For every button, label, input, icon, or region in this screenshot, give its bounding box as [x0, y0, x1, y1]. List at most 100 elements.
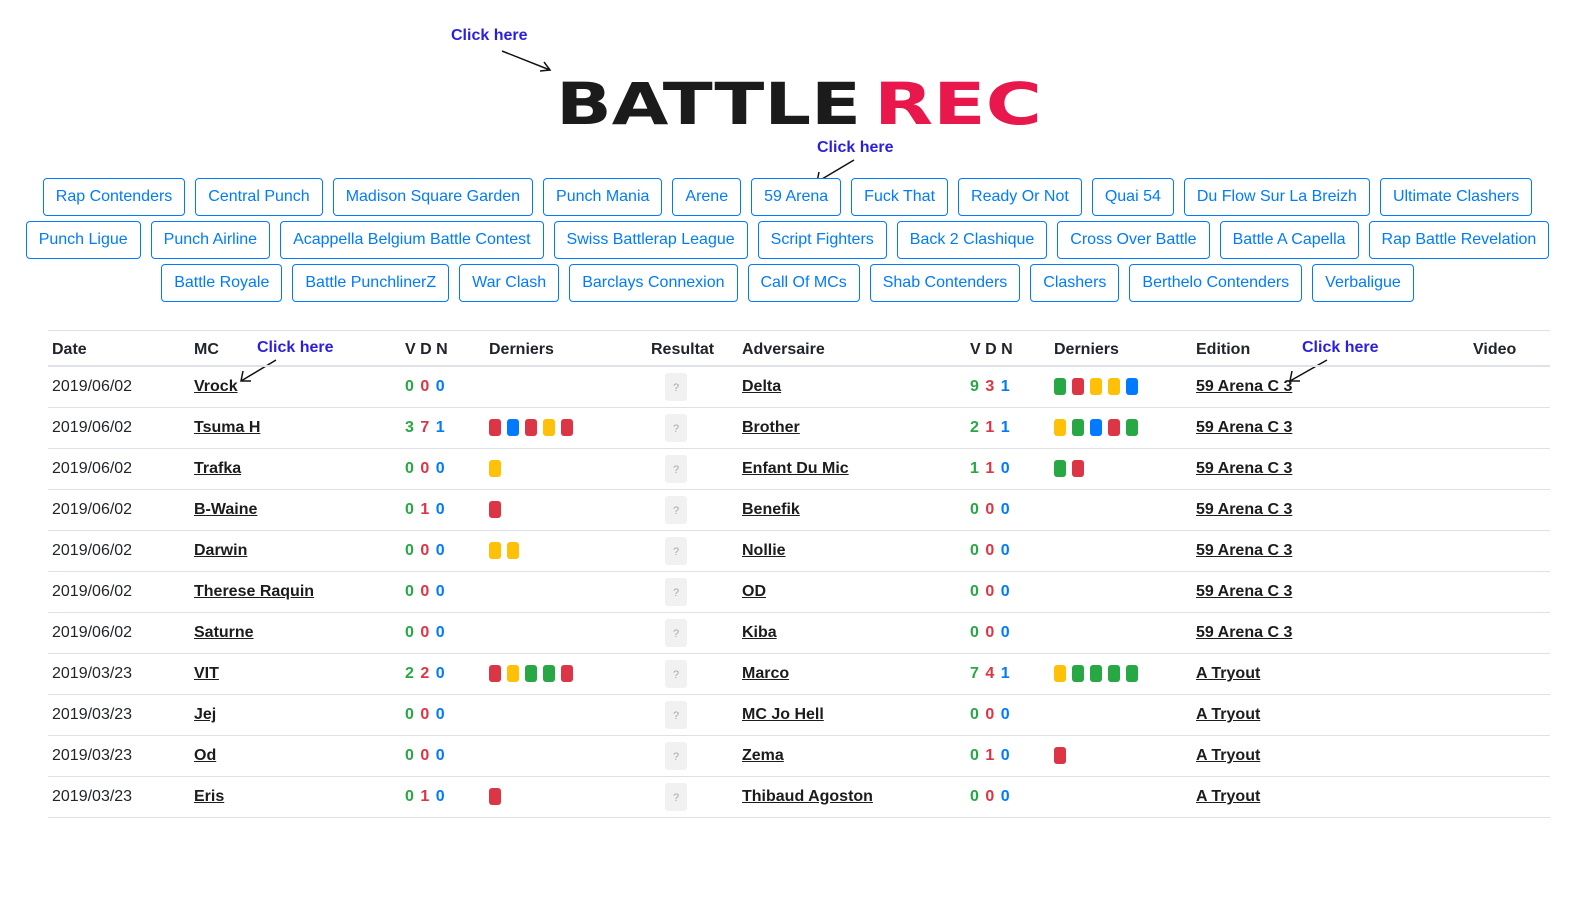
adversaire-link[interactable]: Nollie: [742, 542, 786, 559]
nav-button-punch-mania[interactable]: Punch Mania: [543, 178, 663, 216]
nav-button-verbaligue[interactable]: Verbaligue: [1312, 264, 1414, 302]
edition-link[interactable]: A Tryout: [1196, 747, 1260, 764]
result-unknown-badge[interactable]: ?: [665, 660, 687, 688]
edition-link[interactable]: 59 Arena C 3: [1196, 624, 1292, 641]
adversaire-link[interactable]: Thibaud Agoston: [742, 788, 873, 805]
adversaire-link[interactable]: Kiba: [742, 624, 777, 641]
nav-button-call-of-mcs[interactable]: Call Of MCs: [747, 264, 860, 302]
result-square-green: [543, 665, 555, 683]
nav-button-shab-contenders[interactable]: Shab Contenders: [869, 264, 1021, 302]
nav-button-ultimate-clashers[interactable]: Ultimate Clashers: [1379, 178, 1533, 216]
edition-cell: 59 Arena C 3: [1192, 366, 1469, 408]
adversaire-cell: Brother: [738, 407, 966, 449]
nav-button-fuck-that[interactable]: Fuck That: [851, 178, 949, 216]
adversaire-link[interactable]: Zema: [742, 747, 784, 764]
nav-button-cross-over-battle[interactable]: Cross Over Battle: [1057, 221, 1210, 259]
nav-button-central-punch[interactable]: Central Punch: [195, 178, 323, 216]
mc-cell: Eris: [190, 776, 401, 818]
edition-link[interactable]: 59 Arena C 3: [1196, 542, 1292, 559]
mc-link[interactable]: VIT: [194, 665, 219, 682]
nav-button-punch-ligue[interactable]: Punch Ligue: [25, 221, 141, 259]
result-unknown-badge[interactable]: ?: [665, 578, 687, 606]
mc-link[interactable]: Od: [194, 747, 216, 764]
edition-link[interactable]: A Tryout: [1196, 788, 1260, 805]
result-unknown-badge[interactable]: ?: [665, 783, 687, 811]
result-square-green: [1072, 665, 1084, 683]
adversaire-vdn: 0 0 0: [966, 612, 1050, 654]
result-unknown-badge[interactable]: ?: [665, 701, 687, 729]
edition-link[interactable]: A Tryout: [1196, 665, 1260, 682]
edition-link[interactable]: 59 Arena C 3: [1196, 501, 1292, 518]
video-cell: [1469, 489, 1550, 531]
adversaire-link[interactable]: Delta: [742, 378, 781, 395]
nav-button-59-arena[interactable]: 59 Arena: [751, 178, 842, 216]
edition-link[interactable]: 59 Arena C 3: [1196, 378, 1292, 395]
nav-button-madison-square-garden[interactable]: Madison Square Garden: [332, 178, 534, 216]
adversaire-link[interactable]: Marco: [742, 665, 789, 682]
nav-button-ready-or-not[interactable]: Ready Or Not: [958, 178, 1082, 216]
adversaire-vdn-nuls: 0: [1000, 706, 1011, 723]
nav-button-punch-airline[interactable]: Punch Airline: [150, 221, 271, 259]
nav-button-barclays-connexion[interactable]: Barclays Connexion: [569, 264, 738, 302]
result-square-green: [1126, 419, 1138, 437]
result-unknown-badge[interactable]: ?: [665, 373, 687, 401]
edition-link[interactable]: A Tryout: [1196, 706, 1260, 723]
result-unknown-badge[interactable]: ?: [665, 537, 687, 565]
mc-derniers: [485, 407, 647, 449]
video-cell: [1469, 571, 1550, 613]
adversaire-link[interactable]: Benefik: [742, 501, 800, 518]
result-unknown-badge[interactable]: ?: [665, 414, 687, 442]
nav-button-berthelo-contenders[interactable]: Berthelo Contenders: [1129, 264, 1303, 302]
nav-button-du-flow-sur-la-breizh[interactable]: Du Flow Sur La Breizh: [1183, 178, 1370, 216]
adversaire-link[interactable]: OD: [742, 583, 766, 600]
mc-link[interactable]: Saturne: [194, 624, 254, 641]
mc-link[interactable]: Jej: [194, 706, 216, 723]
nav-button-battle-a-capella[interactable]: Battle A Capella: [1219, 221, 1359, 259]
adversaire-link[interactable]: MC Jo Hell: [742, 706, 824, 723]
result-unknown-badge[interactable]: ?: [665, 619, 687, 647]
mc-vdn-victoires: 0: [405, 378, 415, 395]
battlerec-logo[interactable]: BATTLE REC: [556, 70, 1044, 138]
mc-link[interactable]: Therese Raquin: [194, 583, 314, 600]
nav-button-acappella-belgium-battle-contest[interactable]: Acappella Belgium Battle Contest: [280, 221, 544, 259]
nav-button-war-clash[interactable]: War Clash: [459, 264, 560, 302]
annotation-arrow-logo: [501, 50, 552, 72]
video-cell: [1469, 612, 1550, 654]
mc-link[interactable]: B-Waine: [194, 501, 257, 518]
edition-link[interactable]: 59 Arena C 3: [1196, 583, 1292, 600]
date-cell: 2019/03/23: [48, 776, 190, 818]
edition-link[interactable]: 59 Arena C 3: [1196, 419, 1292, 436]
mc-link[interactable]: Eris: [194, 788, 224, 805]
adversaire-link[interactable]: Brother: [742, 419, 800, 436]
adversaire-link[interactable]: Enfant Du Mic: [742, 460, 849, 477]
mc-derniers: [485, 448, 647, 490]
mc-link[interactable]: Trafka: [194, 460, 241, 477]
mc-vdn-victoires: 0: [405, 501, 415, 518]
mc-link[interactable]: Tsuma H: [194, 419, 260, 436]
table-row: 2019/03/23 Jej 0 0 0? MC Jo Hell 0 0 0 A Tryo…: [48, 694, 1550, 736]
nav-button-script-fighters[interactable]: Script Fighters: [757, 221, 887, 259]
nav-button-clashers[interactable]: Clashers: [1030, 264, 1120, 302]
nav-button-rap-battle-revelation[interactable]: Rap Battle Revelation: [1368, 221, 1550, 259]
mc-link[interactable]: Vrock: [194, 378, 238, 395]
mc-link[interactable]: Darwin: [194, 542, 247, 559]
mc-vdn-victoires: 0: [405, 583, 415, 600]
nav-button-battle-royale[interactable]: Battle Royale: [161, 264, 283, 302]
edition-link[interactable]: 59 Arena C 3: [1196, 460, 1292, 477]
nav-button-arene[interactable]: Arene: [672, 178, 742, 216]
result-unknown-badge[interactable]: ?: [665, 455, 687, 483]
date-cell: 2019/06/02: [48, 366, 190, 408]
nav-button-rap-contenders[interactable]: Rap Contenders: [42, 178, 186, 216]
nav-button-swiss-battlerap-league[interactable]: Swiss Battlerap League: [553, 221, 748, 259]
nav-button-battle-punchlinerz[interactable]: Battle PunchlinerZ: [292, 264, 450, 302]
result-unknown-badge[interactable]: ?: [665, 496, 687, 524]
nav-button-back-2-clashique[interactable]: Back 2 Clashique: [896, 221, 1048, 259]
result-square-blue: [1090, 419, 1102, 437]
result-unknown-badge[interactable]: ?: [665, 742, 687, 770]
adversaire-vdn-nuls: 0: [1000, 583, 1011, 600]
adversaire-vdn: 9 3 1: [966, 366, 1050, 408]
result-square-red: [489, 419, 501, 437]
nav-button-quai-54[interactable]: Quai 54: [1091, 178, 1174, 216]
adversaire-vdn: 0 1 0: [966, 735, 1050, 777]
resultat-cell: ?: [647, 448, 738, 490]
